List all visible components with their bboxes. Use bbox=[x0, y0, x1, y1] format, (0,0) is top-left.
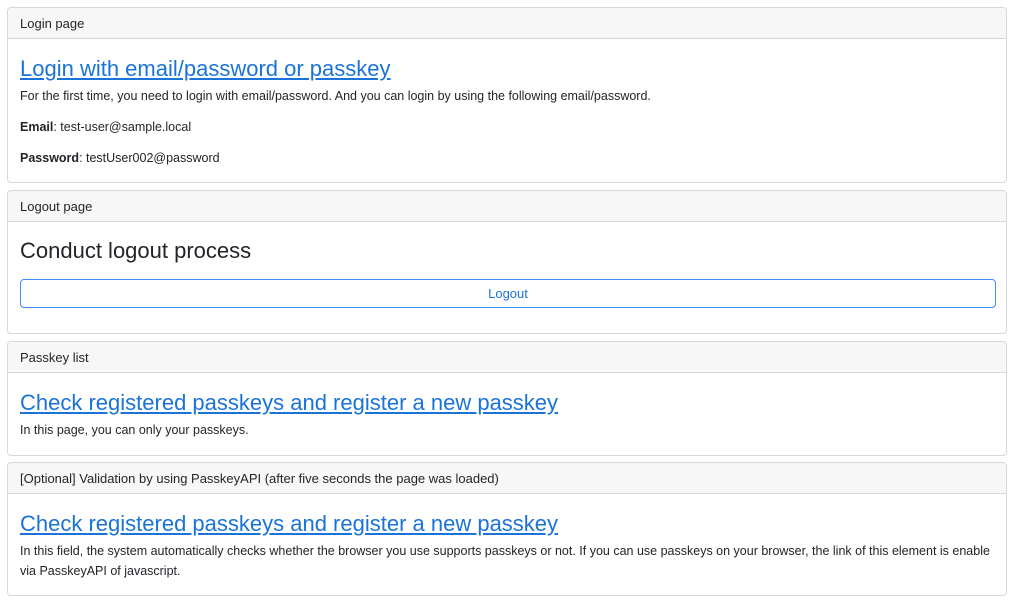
page: Login page Login with email/password or … bbox=[0, 0, 1024, 610]
validation-card-body: Check registered passkeys and register a… bbox=[8, 510, 1006, 581]
passkey-list-link[interactable]: Check registered passkeys and register a… bbox=[20, 389, 994, 417]
logout-title: Conduct logout process bbox=[20, 238, 252, 263]
validation-card: [Optional] Validation by using PasskeyAP… bbox=[7, 462, 1007, 596]
passkey-list-card-header: Passkey list bbox=[8, 342, 1006, 373]
login-card: Login page Login with email/password or … bbox=[7, 7, 1007, 183]
login-card-body: Login with email/password or passkey For… bbox=[8, 55, 1006, 168]
logout-button[interactable]: Logout bbox=[20, 279, 996, 308]
logout-card-body: Conduct logout process Logout bbox=[8, 237, 1006, 308]
email-value: : test-user@sample.local bbox=[53, 120, 192, 134]
password-label: Password bbox=[20, 151, 80, 165]
passkey-list-card: Passkey list Check registered passkeys a… bbox=[7, 341, 1007, 456]
login-card-header: Login page bbox=[8, 8, 1006, 39]
logout-card-header: Logout page bbox=[8, 191, 1006, 222]
passkey-list-description: In this page, you can only your passkeys… bbox=[20, 423, 249, 437]
password-value: : testUser002@password bbox=[79, 151, 220, 165]
email-label: Email bbox=[20, 120, 54, 134]
login-link[interactable]: Login with email/password or passkey bbox=[20, 55, 994, 83]
passkey-list-card-body: Check registered passkeys and register a… bbox=[8, 389, 1006, 440]
login-password-line: Password: testUser002@password bbox=[20, 148, 994, 168]
validation-description: In this field, the system automatically … bbox=[20, 544, 990, 578]
validation-card-header: [Optional] Validation by using PasskeyAP… bbox=[8, 463, 1006, 494]
validation-passkey-link[interactable]: Check registered passkeys and register a… bbox=[20, 510, 994, 538]
login-email-line: Email: test-user@sample.local bbox=[20, 117, 994, 137]
logout-card: Logout page Conduct logout process Logou… bbox=[7, 190, 1007, 334]
login-description: For the first time, you need to login wi… bbox=[20, 89, 651, 103]
